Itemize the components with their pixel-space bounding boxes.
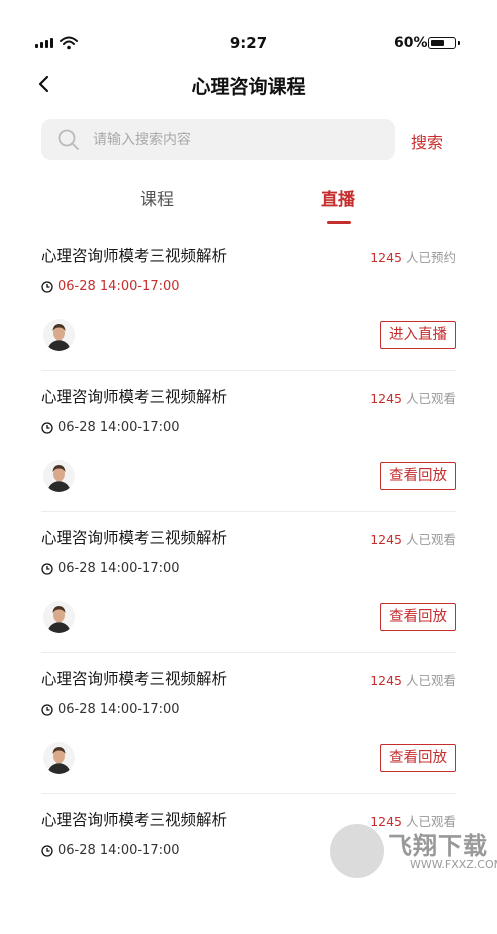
enter-live-button[interactable]: 进入直播 (380, 321, 456, 349)
search-box[interactable] (41, 119, 395, 160)
avatar (43, 742, 75, 774)
view-replay-button[interactable]: 查看回放 (380, 603, 456, 631)
nav-bar: 心理咨询课程 (0, 60, 497, 106)
item-count: 1245 人已观看 (370, 670, 456, 689)
list-item[interactable]: 心理咨询师模考三视频解析 1245 人已观看 06-28 14:00-17:00… (41, 653, 456, 794)
list-item[interactable]: 心理咨询师模考三视频解析 1245 人已预约 06-28 14:00-17:00… (41, 230, 456, 371)
item-title: 心理咨询师模考三视频解析 (41, 388, 228, 406)
item-count-label: 人已观看 (405, 391, 456, 406)
watermark-circle-icon (330, 824, 384, 878)
item-count-label: 人已观看 (405, 532, 456, 547)
item-count-number: 1245 (370, 673, 402, 688)
search-icon (58, 129, 79, 150)
item-count: 1245 人已观看 (370, 529, 456, 548)
item-time: 06-28 14:00-17:00 (41, 420, 180, 435)
page-title: 心理咨询课程 (191, 76, 306, 98)
list-item[interactable]: 心理咨询师模考三视频解析 1245 人已观看 06-28 14:00-17:00… (41, 371, 456, 512)
view-replay-button[interactable]: 查看回放 (380, 462, 456, 490)
clock-icon (41, 844, 53, 857)
item-time-text: 06-28 14:00-17:00 (58, 843, 180, 858)
clock-icon (41, 421, 53, 434)
item-time: 06-28 14:00-17:00 (41, 561, 180, 576)
item-title: 心理咨询师模考三视频解析 (41, 247, 228, 265)
item-count: 1245 人已预约 (370, 247, 456, 266)
watermark-logo: 飞翔下载 WWW.FXXZ.COM (330, 822, 497, 880)
item-time: 06-28 14:00-17:00 (41, 279, 180, 294)
item-count-number: 1245 (370, 532, 402, 547)
list-item[interactable]: 心理咨询师模考三视频解析 1245 人已观看 06-28 14:00-17:00… (41, 512, 456, 653)
battery-icon (428, 37, 460, 49)
item-time: 06-28 14:00-17:00 (41, 702, 180, 717)
view-replay-button[interactable]: 查看回放 (380, 744, 456, 772)
item-count: 1245 人已观看 (370, 388, 456, 407)
clock-icon (41, 280, 53, 293)
search-input[interactable] (93, 119, 383, 160)
avatar (43, 319, 75, 351)
active-tab-indicator (327, 221, 351, 224)
search-button[interactable]: 搜索 (411, 129, 443, 153)
item-time-text: 06-28 14:00-17:00 (58, 279, 180, 294)
item-count-label: 人已预约 (405, 250, 456, 265)
avatar (43, 601, 75, 633)
item-title: 心理咨询师模考三视频解析 (41, 811, 228, 829)
clock-icon (41, 703, 53, 716)
item-time-text: 06-28 14:00-17:00 (58, 561, 180, 576)
tab-course[interactable]: 课程 (140, 185, 174, 210)
item-title: 心理咨询师模考三视频解析 (41, 529, 228, 547)
item-time-text: 06-28 14:00-17:00 (58, 702, 180, 717)
watermark-subtext: WWW.FXXZ.COM (410, 858, 497, 871)
item-count-number: 1245 (370, 250, 402, 265)
clock-icon (41, 562, 53, 575)
item-count-label: 人已观看 (405, 673, 456, 688)
tab-live[interactable]: 直播 (321, 185, 355, 210)
battery-percent: 60% (394, 35, 428, 51)
item-time-text: 06-28 14:00-17:00 (58, 420, 180, 435)
item-time: 06-28 14:00-17:00 (41, 843, 180, 858)
item-count-number: 1245 (370, 391, 402, 406)
avatar (43, 460, 75, 492)
watermark-text: 飞翔下载 (388, 832, 488, 860)
item-title: 心理咨询师模考三视频解析 (41, 670, 228, 688)
